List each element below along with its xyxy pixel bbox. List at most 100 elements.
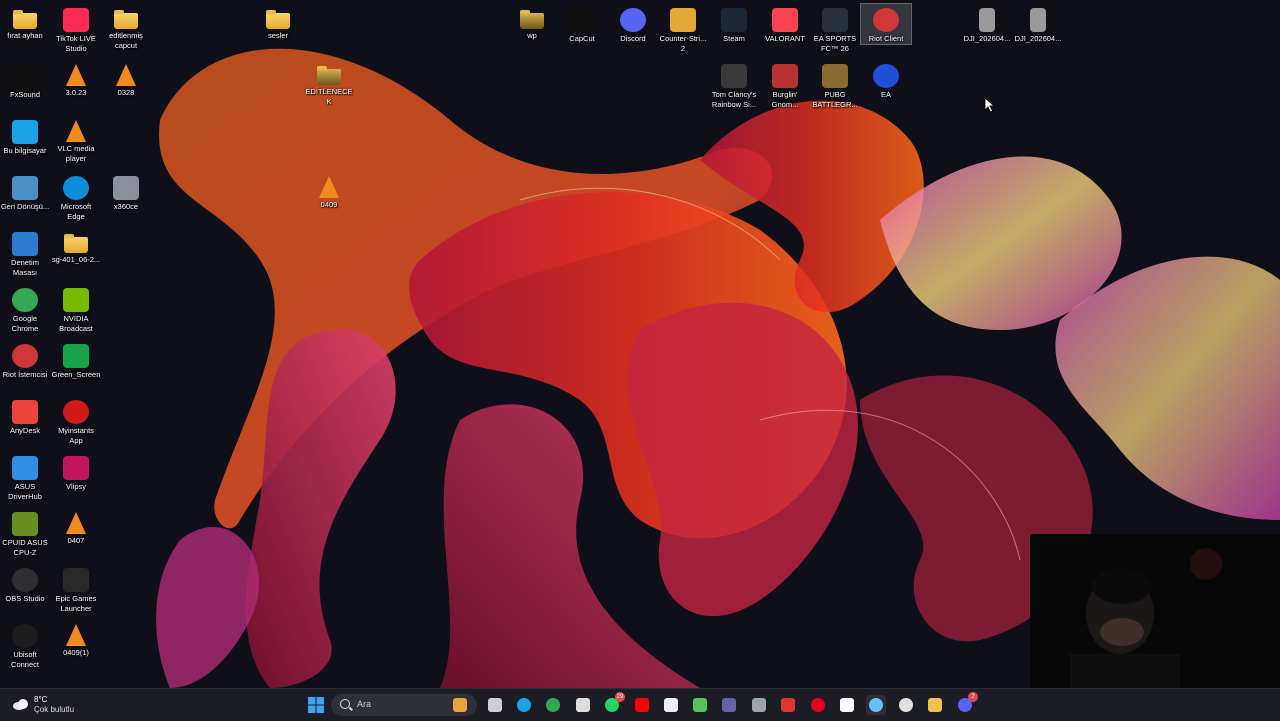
desktop-icon-vlc-0409[interactable]: 0409	[304, 172, 354, 210]
desktop-icon-vlc-0409-1[interactable]: 0409(1)	[51, 620, 101, 658]
taskbar-explorer-button[interactable]	[925, 695, 945, 715]
desktop-icon-vlc-0407[interactable]: 0407	[51, 508, 101, 546]
burglin-gnomes-icon	[772, 64, 798, 88]
cpuid-icon	[12, 512, 38, 536]
taskbar-redapp-button[interactable]	[778, 695, 798, 715]
desktop-icon-ea[interactable]: EA	[861, 60, 911, 100]
vlc-cone-icon	[66, 512, 86, 534]
taskbar: 8°C Çok bulutlu Ara 29 2	[0, 688, 1280, 721]
desktop-icon-label: Burglin' Gnom...	[771, 90, 799, 109]
taskbar-media-button[interactable]	[690, 695, 710, 715]
vlc-cone-icon	[319, 176, 339, 198]
desktop-icon-fxsound[interactable]: FxSound	[0, 60, 50, 100]
desktop-icon-burglin-gnomes[interactable]: Burglin' Gnom...	[760, 60, 810, 109]
desktop-icon-valorant[interactable]: VALORANT	[760, 4, 810, 44]
desktop-icon-editlenmis-capcut[interactable]: editlenmiş capcut	[101, 4, 151, 50]
desktop-icon-green-screen[interactable]: Green_Screen	[51, 340, 101, 380]
folder-icon	[928, 698, 942, 712]
desktop[interactable]: fırat ayhan FxSound Bu bilgisayar Geri Dönü…	[0, 0, 1280, 688]
desktop-icon-label: Microsoft Edge	[60, 202, 92, 221]
google-chrome-icon	[12, 288, 38, 312]
desktop-icon-ms-edge[interactable]: Microsoft Edge	[51, 172, 101, 221]
desktop-icon-discord[interactable]: Discord	[608, 4, 658, 44]
folder-icon	[520, 10, 544, 29]
desktop-icon-nvidia-broadcast[interactable]: NVIDIA Broadcast	[51, 284, 101, 333]
taskbar-fxsound-button[interactable]	[837, 695, 857, 715]
asus-driverhub-icon	[12, 456, 38, 480]
desktop-icon-editlenecek[interactable]: EDİTLENECEK	[304, 60, 354, 106]
desktop-icon-label: EA	[880, 90, 891, 99]
taskbar-x-button[interactable]	[661, 695, 681, 715]
fxsound-icon	[840, 698, 854, 712]
desktop-icon-label: 0407	[67, 536, 85, 545]
taskbar-teams-button[interactable]	[719, 695, 739, 715]
desktop-icon-vlc-3023[interactable]: 3.0.23	[51, 60, 101, 98]
desktop-icon-label: TikTok LIVE Studio	[56, 34, 96, 53]
taskbar-settings-button[interactable]	[749, 695, 769, 715]
desktop-icon-denetim-masasi[interactable]: Denetim Masası	[0, 228, 50, 277]
ms-edge-icon	[63, 176, 89, 200]
desktop-icon-epic-games[interactable]: Epic Games Launcher	[51, 564, 101, 613]
capcut-icon	[576, 698, 590, 712]
desktop-icon-riot-istemcisi[interactable]: Riot İstemcisi	[0, 340, 50, 380]
desktop-icon-sesler[interactable]: sesler	[253, 4, 303, 41]
taskbar-chrome-button[interactable]	[543, 695, 563, 715]
desktop-icon-asus-driverhub[interactable]: ASUS DriverHub	[0, 452, 50, 501]
xbox-icon	[899, 698, 913, 712]
desktop-icon-rainbow-six[interactable]: Tom Clancy's Rainbow Si...	[709, 60, 759, 109]
desktop-icon-anydesk[interactable]: AnyDesk	[0, 396, 50, 436]
desktop-icon-tiktok-live[interactable]: TikTok LIVE Studio	[51, 4, 101, 53]
bu-bilgisayar-icon	[12, 120, 38, 144]
desktop-icon-label: Tom Clancy's Rainbow Si...	[711, 90, 757, 109]
taskbar-pinterest-button[interactable]	[808, 695, 828, 715]
taskbar-capcut-button[interactable]	[573, 695, 593, 715]
taskbar-xbox-button[interactable]	[896, 695, 916, 715]
desktop-icon-cpuid[interactable]: CPUID ASUS CPU-Z	[0, 508, 50, 557]
desktop-icon-dji-2[interactable]: DJI_202604...	[1013, 4, 1063, 44]
desktop-icon-vlc-0328[interactable]: 0328	[101, 60, 151, 98]
capcut-icon	[569, 8, 595, 32]
start-button[interactable]	[306, 695, 326, 715]
desktop-icon-bu-bilgisayar[interactable]: Bu bilgisayar	[0, 116, 50, 156]
steam-icon	[721, 8, 747, 32]
desktop-icon-label: FxSound	[9, 90, 41, 99]
chrome-icon	[546, 698, 560, 712]
desktop-icon-label: editlenmiş capcut	[109, 31, 143, 50]
desktop-icon-google-chrome[interactable]: Google Chrome	[0, 284, 50, 333]
desktop-icon-sg-401[interactable]: sg-401_06-2...	[51, 228, 101, 265]
taskbar-task-view-button[interactable]	[485, 695, 505, 715]
desktop-icon-geri-donusum[interactable]: Geri Dönüşü...	[0, 172, 50, 212]
red-app-icon	[781, 698, 795, 712]
fxsound-icon	[12, 64, 38, 88]
desktop-icon-capcut[interactable]: CapCut	[557, 4, 607, 44]
desktop-icon-vlipsy[interactable]: Vlipsy	[51, 452, 101, 492]
discord-icon	[620, 8, 646, 32]
ea-icon	[873, 64, 899, 88]
desktop-icon-label: OBS Studio	[5, 594, 45, 603]
desktop-icon-firat-ayhan[interactable]: fırat ayhan	[0, 4, 50, 41]
desktop-icon-pubg[interactable]: PUBG BATTLEGR...	[810, 60, 860, 109]
taskbar-whatsapp-button[interactable]: 29	[602, 692, 625, 715]
weather-widget[interactable]: 8°C Çok bulutlu	[8, 693, 98, 717]
desktop-icon-label: EA SPORTS FC™ 26	[813, 34, 857, 53]
search-icon	[340, 699, 350, 709]
taskbar-edge-button[interactable]	[514, 695, 534, 715]
teams-icon	[722, 698, 736, 712]
taskbar-youtube-button[interactable]	[632, 695, 652, 715]
desktop-icon-myinstants[interactable]: Myinstants App	[51, 396, 101, 445]
desktop-icon-obs-studio[interactable]: OBS Studio	[0, 564, 50, 604]
desktop-icon-vlc-player[interactable]: VLC media player	[51, 116, 101, 163]
desktop-icon-x360ce[interactable]: x360ce	[101, 172, 151, 212]
desktop-icon-steam[interactable]: Steam	[709, 4, 759, 44]
desktop-icon-counter-strike[interactable]: Counter-Stri... 2	[658, 4, 708, 53]
vlipsy-icon	[63, 456, 89, 480]
desktop-icon-dji-1[interactable]: DJI_202604...	[962, 4, 1012, 44]
taskbar-steam-button[interactable]	[866, 695, 886, 715]
taskbar-widgets-button[interactable]	[450, 695, 470, 715]
desktop-icon-ea-sports-fc[interactable]: EA SPORTS FC™ 26	[810, 4, 860, 53]
desktop-icon-wp[interactable]: wp	[507, 4, 557, 41]
myinstants-icon	[63, 400, 89, 424]
desktop-icon-riot-client[interactable]: Riot Client	[860, 3, 912, 45]
desktop-icon-ubisoft-connect[interactable]: Ubisoft Connect	[0, 620, 50, 669]
taskbar-discord-button[interactable]: 2	[955, 692, 978, 715]
